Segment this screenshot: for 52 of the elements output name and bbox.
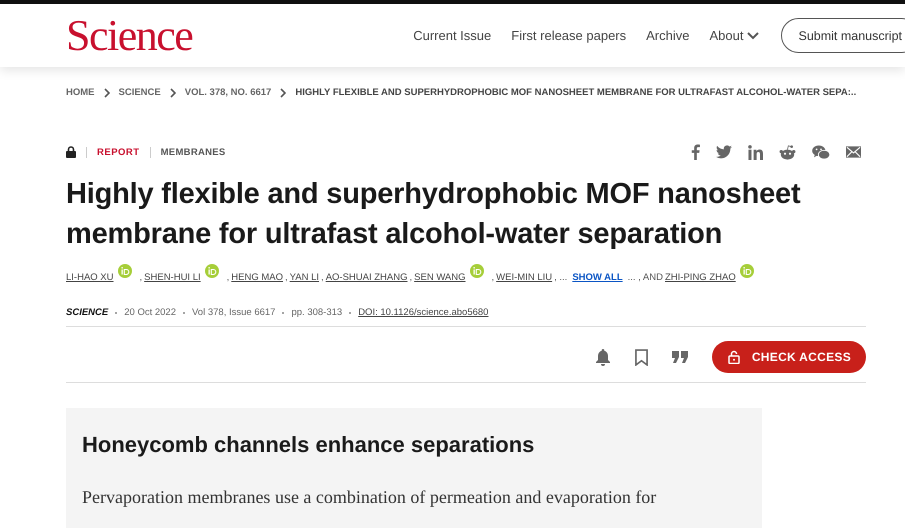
nav-link[interactable]: First release papers (511, 28, 626, 43)
twitter-icon[interactable] (716, 145, 732, 159)
author-link[interactable]: WEI-MIN LIU (496, 272, 552, 283)
author-link[interactable]: AO-SHUAI ZHANG (326, 272, 408, 283)
article-type[interactable]: REPORT (97, 146, 140, 158)
journal-name: SCIENCE (66, 307, 108, 318)
breadcrumb-link[interactable]: SCIENCE (118, 87, 161, 98)
breadcrumb-link[interactable]: VOL. 378, NO. 6617 (184, 87, 272, 98)
summary-text: Pervaporation membranes use a combination of permeation and evaporation for (82, 487, 658, 508)
chevron-right-icon (280, 88, 286, 98)
summary-heading: Honeycomb channels enhance separations (82, 432, 536, 458)
nav-link[interactable]: About (710, 28, 760, 43)
author-link[interactable]: YAN LI (290, 272, 320, 283)
check-access-button[interactable]: CHECK ACCESS (712, 341, 866, 373)
bell-icon[interactable] (594, 348, 611, 366)
submit-manuscript-button[interactable]: Submit manuscript (781, 18, 905, 53)
author-separator: , (410, 272, 412, 283)
nav-link[interactable]: Archive (646, 28, 690, 43)
bookmark-icon[interactable] (634, 348, 648, 366)
article-section[interactable]: MEMBRANES (160, 146, 226, 158)
author-link[interactable]: ZHI-PING ZHAO (665, 272, 736, 283)
science-logo[interactable]: Science (66, 14, 192, 58)
author-link[interactable]: HENG MAO (231, 272, 284, 283)
author-separator: , (140, 272, 142, 283)
author-separator: , (492, 272, 494, 283)
chevron-right-icon (104, 88, 110, 98)
reddit-icon[interactable] (779, 144, 796, 160)
author-separator: , ... (554, 272, 568, 283)
doi-link[interactable]: DOI: 10.1126/science.abo5680 (358, 307, 488, 318)
linkedin-icon[interactable] (748, 144, 763, 160)
author-link[interactable]: LI-HAO XU (66, 272, 114, 283)
issue-info: Vol 378, Issue 6617 (192, 307, 276, 318)
author-separator: ... , AND (628, 272, 663, 283)
show-all-link[interactable]: SHOW ALL (572, 272, 623, 283)
unlock-icon (728, 350, 740, 364)
page-range: pp. 308-313 (291, 307, 342, 318)
article-title: Highly flexible and superhydrophobic MOF nanosheet membrane for ultrafast alcohol-water separation (66, 177, 802, 252)
nav-link[interactable]: Current Issue (413, 28, 492, 43)
chevron-right-icon (170, 88, 176, 98)
facebook-icon[interactable] (691, 144, 700, 160)
author-separator: , (226, 272, 230, 283)
email-icon[interactable] (846, 146, 861, 158)
quote-icon[interactable] (672, 351, 688, 363)
publication-date: 20 Oct 2022 (124, 307, 176, 318)
author-link[interactable]: SEN WANG (414, 272, 466, 283)
author-separator: , (285, 272, 288, 283)
breadcrumb-link[interactable]: HIGHLY FLEXIBLE AND SUPERHYDROPHOBIC MOF NANOSHEET MEMBRANE FOR ULTRAFAST ALCOHOL-WATER SEPA:.. (295, 87, 856, 98)
chevron-down-icon (747, 32, 760, 40)
breadcrumb-link[interactable]: HOME (66, 87, 94, 98)
wechat-icon[interactable] (812, 144, 830, 160)
author-separator: , (321, 272, 324, 283)
author-link[interactable]: SHEN-HUI LI (144, 272, 201, 283)
